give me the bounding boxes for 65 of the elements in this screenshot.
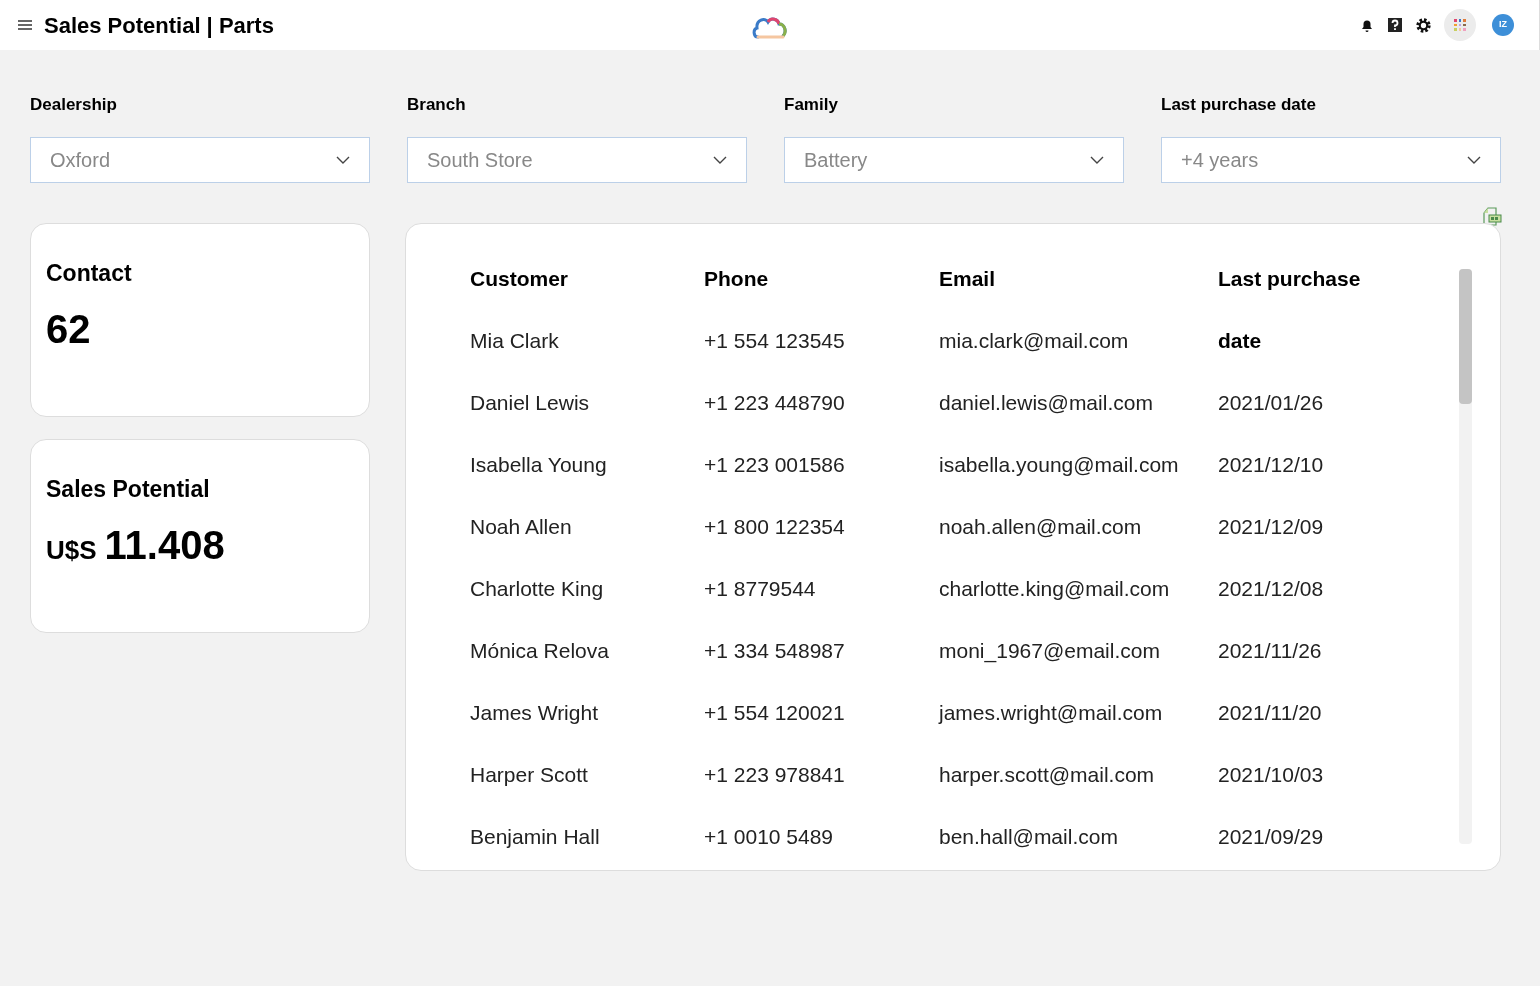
table-cell-text: noah.allen@mail.com: [939, 514, 1143, 540]
filter-label: Family: [784, 94, 839, 116]
table-cell-text: +1 334 548987: [704, 638, 846, 664]
table-cell-text: Noah Allen: [470, 514, 573, 540]
filter-dropdown[interactable]: +4 years: [1161, 137, 1501, 183]
table-cell-text: +1 554 123545: [704, 328, 846, 354]
table-cell-text: 2021/11/20: [1218, 700, 1323, 726]
table-cell-text: charlotte.king@mail.com: [939, 576, 1171, 602]
table-cell-text: ben.hall@mail.com: [939, 824, 1119, 850]
kpi-value: U$S 11.408: [46, 522, 226, 569]
filter-dropdown[interactable]: Battery: [784, 137, 1124, 183]
table-cell-text: 2021/12/08: [1218, 576, 1325, 602]
table-cell-text: James Wright: [470, 700, 599, 726]
kpi-label: Contact: [46, 259, 133, 288]
table-cell-text: james.wright@mail.com: [939, 700, 1164, 726]
spreadsheet-export-icon[interactable]: [1482, 205, 1502, 227]
table-cell-text: 2021/09/29: [1218, 824, 1325, 850]
table-cell-text: mia.clark@mail.com: [939, 328, 1130, 354]
scrollbar-track[interactable]: [1459, 269, 1472, 844]
table-cell-text: +1 0010 5489: [704, 824, 835, 850]
kpi-value: 62: [46, 306, 92, 351]
menu-icon[interactable]: [17, 19, 33, 31]
table-cell-text: Harper Scott: [470, 762, 589, 788]
column-header: Phone: [704, 266, 770, 292]
filter-dropdown[interactable]: Oxford: [30, 137, 370, 183]
table-cell-text: 2021/12/09: [1218, 514, 1325, 540]
table-cell-text: +1 223 448790: [704, 390, 846, 416]
page-title: Sales Potential | Parts: [44, 11, 274, 40]
column-header: Last purchase date: [1218, 266, 1362, 354]
table-cell-text: +1 223 978841: [704, 762, 846, 788]
table-cell-text: 2021/01/26: [1218, 390, 1325, 416]
help-icon[interactable]: [1387, 17, 1403, 33]
column-header: Email: [939, 266, 997, 292]
table-cell-text: +1 554 120021: [704, 700, 846, 726]
scrollbar-thumb[interactable]: [1459, 269, 1472, 404]
column-header: Customer: [470, 266, 570, 292]
table-cell-text: isabella.young@mail.com: [939, 452, 1180, 478]
kpi-label: Sales Potential: [46, 475, 211, 504]
chevron-down-icon: [1467, 156, 1481, 164]
table-cell-text: 2021/11/26: [1218, 638, 1323, 664]
table-cell-text: daniel.lewis@mail.com: [939, 390, 1154, 416]
table-cell-text: Mónica Relova: [470, 638, 610, 664]
chevron-down-icon: [336, 156, 350, 164]
cloud-logo: [752, 15, 788, 40]
table-cell-text: Mia Clark: [470, 328, 560, 354]
filter-dropdown[interactable]: South Store: [407, 137, 747, 183]
table-cell-text: harper.scott@mail.com: [939, 762, 1156, 788]
chevron-down-icon: [1090, 156, 1104, 164]
filter-label: Branch: [407, 94, 467, 116]
table-cell-text: 2021/12/10: [1218, 452, 1325, 478]
table-cell-text: Isabella Young: [470, 452, 608, 478]
table-cell-text: moni_1967@email.com: [939, 638, 1161, 665]
filter-label: Last purchase date: [1161, 94, 1317, 116]
table-cell-text: Charlotte King: [470, 576, 605, 602]
settings-icon[interactable]: [1415, 16, 1432, 34]
table-cell-text: +1 223 001586: [704, 452, 846, 478]
table-cell-text: +1 800 122354: [704, 514, 846, 540]
table-cell-text: Daniel Lewis: [470, 390, 591, 416]
chevron-down-icon: [713, 156, 727, 164]
table-cell-text: +1 8779544: [704, 576, 817, 602]
filter-label: Dealership: [30, 94, 118, 116]
user-avatar[interactable]: IZ: [1492, 14, 1514, 36]
apps-button[interactable]: [1444, 9, 1476, 41]
table-cell-text: 2021/10/03: [1218, 762, 1325, 788]
table-cell-text: Benjamin Hall: [470, 824, 601, 850]
